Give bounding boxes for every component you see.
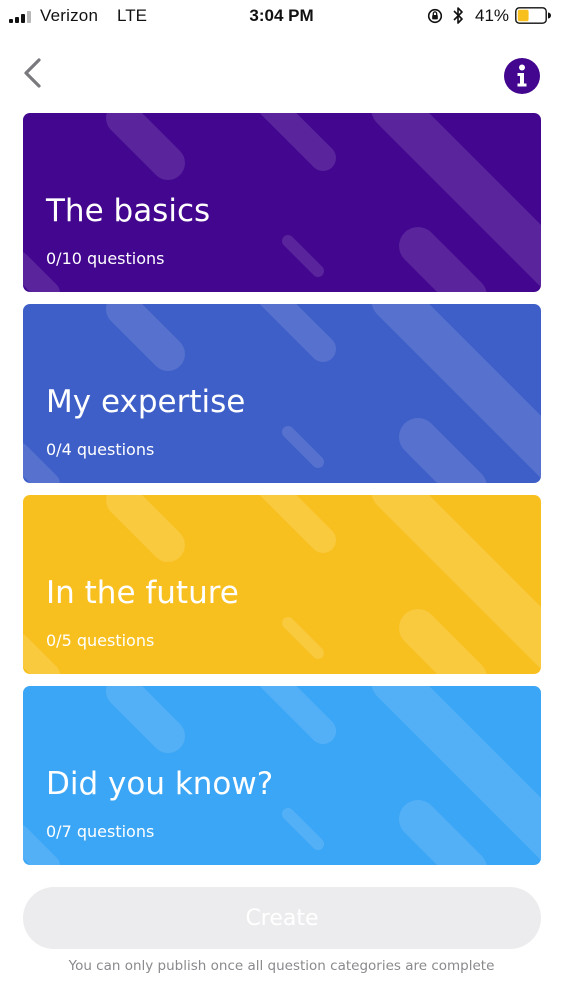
category-title: In the future — [46, 575, 239, 611]
category-list: The basics 0/10 questions My expertise 0… — [23, 113, 541, 877]
category-card-the-basics[interactable]: The basics 0/10 questions — [23, 113, 541, 292]
category-title: The basics — [46, 193, 211, 229]
info-icon — [504, 58, 540, 94]
category-progress: 0/4 questions — [46, 440, 155, 459]
info-button[interactable] — [503, 57, 541, 95]
publish-hint: You can only publish once all question c… — [68, 958, 495, 974]
back-button[interactable] — [14, 52, 54, 96]
battery-percent: 41% — [475, 6, 510, 25]
category-progress: 0/7 questions — [46, 822, 155, 841]
category-card-my-expertise[interactable]: My expertise 0/4 questions — [23, 304, 541, 483]
bluetooth-icon — [453, 7, 463, 24]
category-title: My expertise — [46, 384, 246, 420]
category-progress: 0/5 questions — [46, 631, 155, 650]
status-bar: Verizon LTE 3:04 PM 41% — [0, 0, 563, 34]
category-title: Did you know? — [46, 766, 274, 802]
category-card-in-the-future[interactable]: In the future 0/5 questions — [23, 495, 541, 674]
category-progress: 0/10 questions — [46, 249, 165, 268]
orientation-lock-icon — [427, 8, 443, 24]
chevron-left-icon — [24, 58, 41, 88]
battery-icon — [515, 7, 551, 24]
category-card-did-you-know[interactable]: Did you know? 0/7 questions — [23, 686, 541, 865]
create-button[interactable]: Create — [23, 887, 541, 949]
